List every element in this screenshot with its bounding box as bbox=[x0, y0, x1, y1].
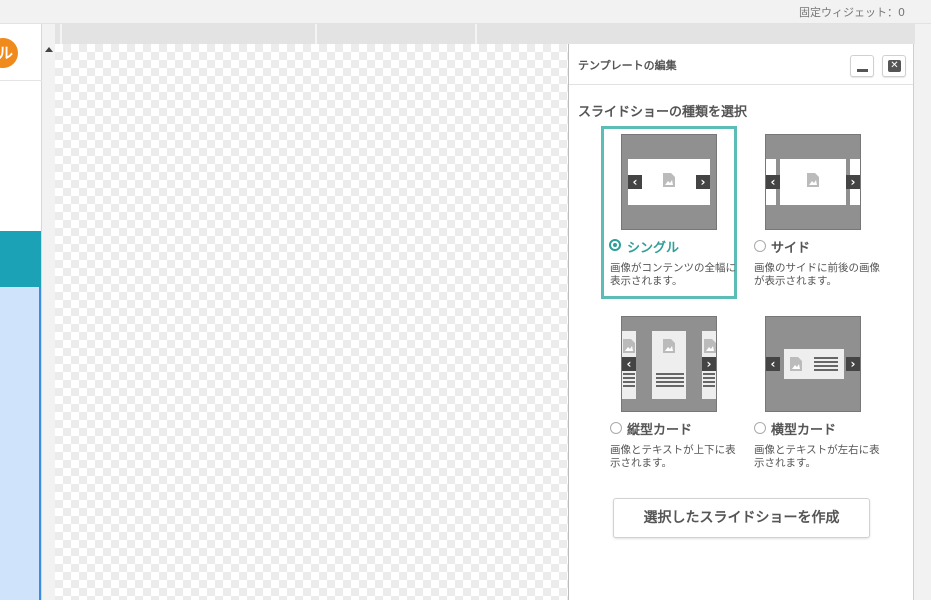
image-icon bbox=[790, 357, 802, 371]
image-icon bbox=[663, 339, 675, 353]
image-icon bbox=[663, 173, 675, 187]
thumbnail-horizontal-card[interactable]: ‹ › bbox=[765, 316, 861, 412]
minimize-icon[interactable] bbox=[850, 55, 874, 77]
image-icon bbox=[704, 339, 716, 353]
option-description: 画像とテキストが左右に表示されます。 bbox=[754, 444, 880, 469]
ruler-segment bbox=[60, 24, 315, 44]
radio-side[interactable] bbox=[754, 240, 766, 252]
scrollbar[interactable] bbox=[42, 44, 55, 600]
scroll-up-icon[interactable] bbox=[45, 47, 53, 52]
chevron-left-icon: ‹ bbox=[622, 357, 636, 371]
text-lines bbox=[814, 357, 838, 373]
option-description: 画像のサイドに前後の画像が表示されます。 bbox=[754, 262, 880, 287]
text-lines bbox=[656, 373, 684, 389]
option-description: 画像とテキストが上下に表示されます。 bbox=[610, 444, 736, 469]
text-lines bbox=[703, 373, 715, 389]
divider bbox=[0, 80, 42, 81]
chevron-right-icon: › bbox=[696, 175, 710, 189]
option-label: 縦型カード bbox=[627, 423, 693, 438]
transparent-canvas[interactable] bbox=[55, 44, 568, 600]
thumbnail-side[interactable]: ‹ › bbox=[765, 134, 861, 230]
right-scroll-strip bbox=[915, 24, 931, 600]
badge[interactable]: ル bbox=[0, 38, 18, 68]
dialog-header: テンプレートの編集 ✕ bbox=[569, 44, 913, 85]
chevron-right-icon: › bbox=[702, 357, 716, 371]
image-icon bbox=[623, 339, 635, 353]
template-edit-dialog: テンプレートの編集 ✕ スライドショーの種類を選択 ‹ › シングル 画像がコン… bbox=[568, 44, 914, 600]
option-label: サイド bbox=[771, 241, 811, 256]
chevron-right-icon: › bbox=[846, 357, 860, 371]
chevron-left-icon: ‹ bbox=[766, 357, 780, 371]
option-description: 画像がコンテンツの全幅に表示されます。 bbox=[610, 262, 736, 287]
ruler bbox=[55, 24, 920, 44]
radio-vertical-card[interactable] bbox=[610, 422, 622, 434]
fixed-widget-count: 固定ウィジェット：0 bbox=[799, 6, 905, 19]
image-icon bbox=[807, 173, 819, 187]
left-panel: ル bbox=[0, 24, 42, 600]
radio-single[interactable] bbox=[609, 239, 621, 251]
close-icon: ✕ bbox=[888, 60, 901, 72]
text-lines bbox=[623, 373, 635, 389]
chevron-left-icon: ‹ bbox=[628, 175, 642, 189]
ruler-segment bbox=[315, 24, 475, 44]
chevron-left-icon: ‹ bbox=[766, 175, 780, 189]
option-label: シングル bbox=[627, 241, 680, 256]
section-title: スライドショーの種類を選択 bbox=[578, 105, 748, 120]
close-button[interactable]: ✕ bbox=[882, 55, 906, 77]
create-slideshow-button[interactable]: 選択したスライドショーを作成 bbox=[613, 498, 870, 538]
thumbnail-vertical-card[interactable]: ‹ › bbox=[621, 316, 717, 412]
status-bar: 固定ウィジェット：0 bbox=[0, 0, 931, 24]
radio-horizontal-card[interactable] bbox=[754, 422, 766, 434]
selected-row[interactable] bbox=[0, 231, 41, 287]
ruler-segment bbox=[475, 24, 575, 44]
chevron-right-icon: › bbox=[846, 175, 860, 189]
dialog-title: テンプレートの編集 bbox=[578, 59, 677, 72]
selection-area[interactable] bbox=[0, 287, 41, 600]
option-label: 横型カード bbox=[771, 423, 837, 438]
thumbnail-single[interactable]: ‹ › bbox=[621, 134, 717, 230]
